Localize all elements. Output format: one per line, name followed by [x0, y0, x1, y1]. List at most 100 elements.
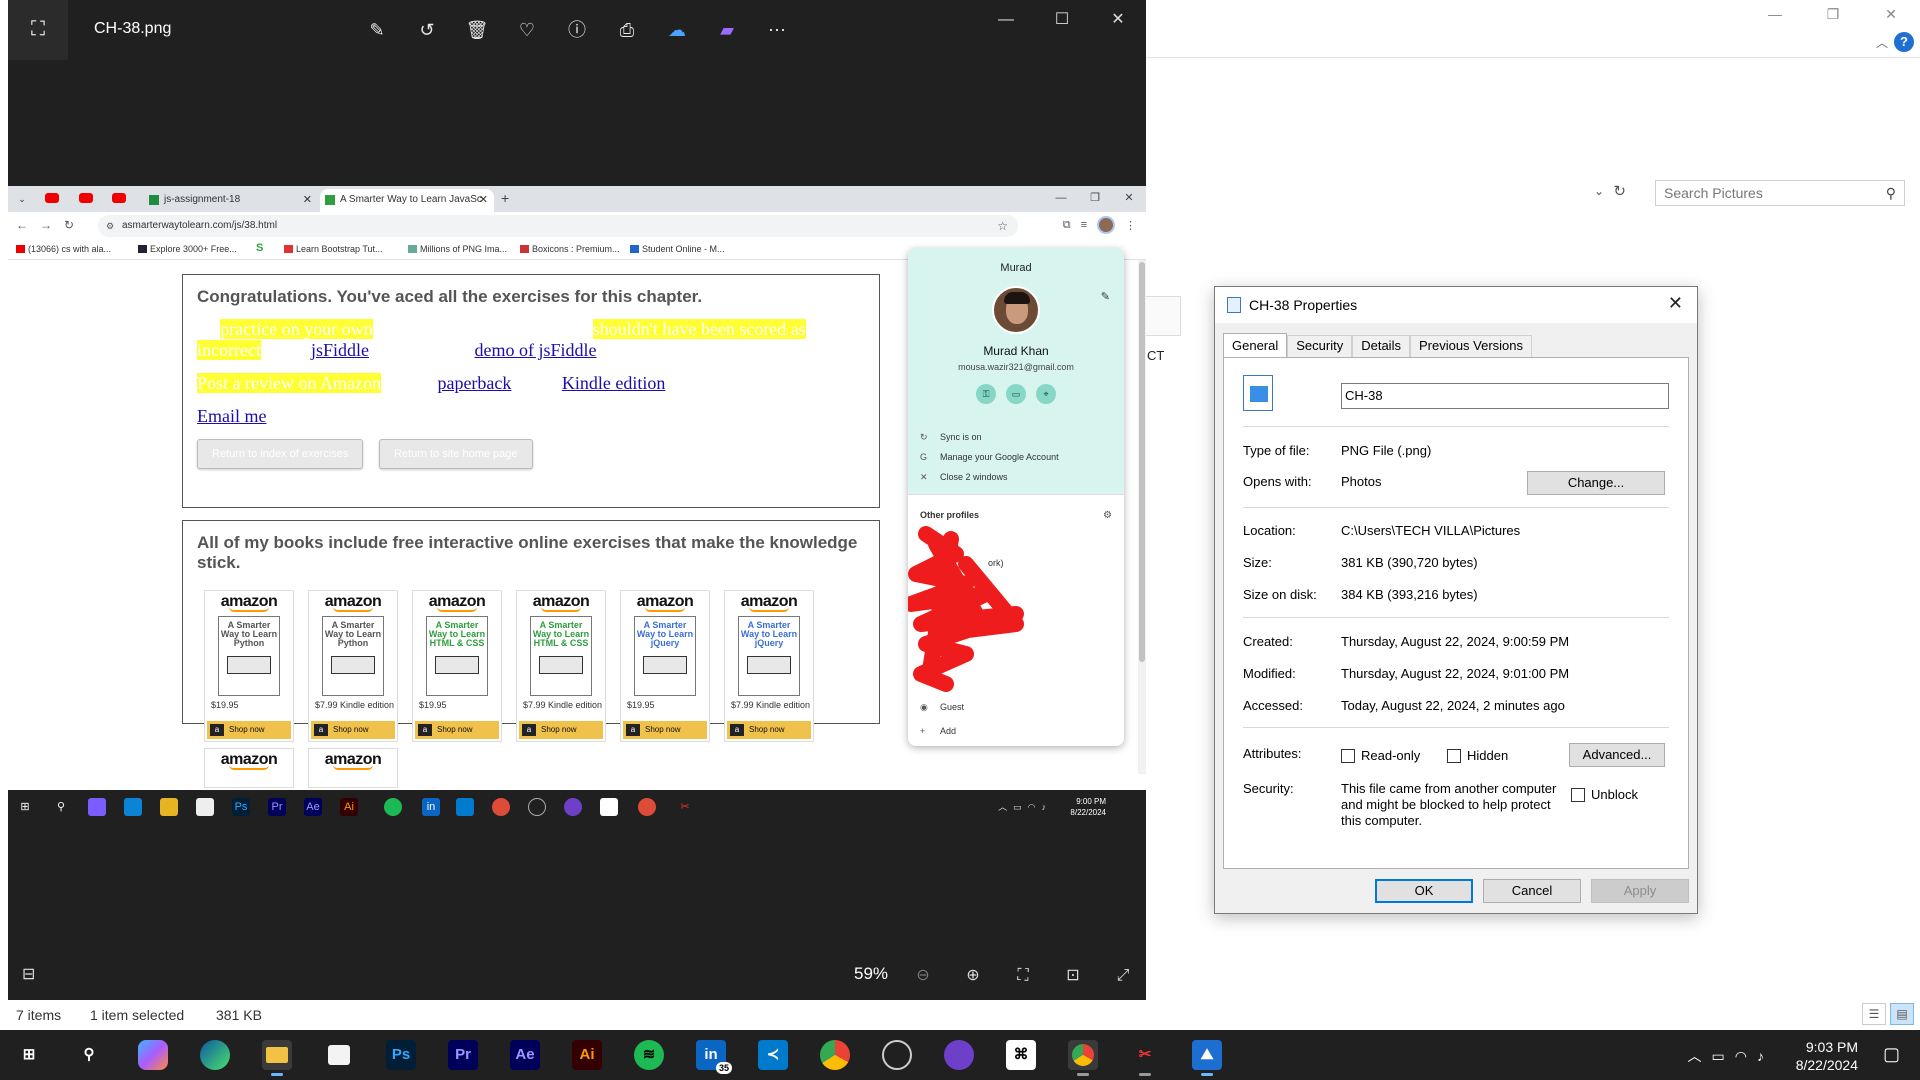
- add-profile-item[interactable]: + Add: [920, 726, 956, 736]
- zoom-in-icon[interactable]: ⊕: [958, 962, 988, 990]
- cancel-button[interactable]: Cancel: [1483, 879, 1581, 903]
- sync-item[interactable]: ↻ Sync is on: [920, 432, 982, 442]
- copilot-icon[interactable]: [138, 1040, 168, 1070]
- system-tray-icons[interactable]: ︿▭◠♪: [1688, 1046, 1774, 1066]
- spotify-icon[interactable]: ≋: [634, 1040, 664, 1070]
- file-name-field[interactable]: CH-38: [1341, 383, 1669, 409]
- notification-icon[interactable]: ▢: [1883, 1044, 1900, 1065]
- file-explorer-icon[interactable]: [262, 1040, 292, 1076]
- obs-icon[interactable]: [882, 1040, 912, 1070]
- advanced-button[interactable]: Advanced...: [1569, 743, 1665, 767]
- photoshop-icon[interactable]: Ps: [386, 1040, 416, 1070]
- book-card[interactable]: amazon A Smarter Way to Learn jQuery $7.…: [724, 590, 814, 742]
- github-desktop-icon[interactable]: [944, 1040, 974, 1070]
- jsfiddle-link[interactable]: jsFiddle: [311, 340, 369, 360]
- return-home-button[interactable]: Return to site home page: [378, 439, 533, 469]
- book-card[interactable]: amazon: [204, 748, 294, 788]
- bookmark-item[interactable]: Boxicons : Premium...: [520, 244, 620, 254]
- illustrator-icon[interactable]: Ai: [572, 1040, 602, 1070]
- favorite-icon[interactable]: ♡: [513, 16, 541, 44]
- unblock-checkbox[interactable]: Unblock: [1571, 787, 1638, 802]
- youtube-icon[interactable]: [45, 193, 59, 203]
- guest-item[interactable]: ◉ Guest: [920, 702, 964, 712]
- paperback-link[interactable]: paperback: [437, 373, 511, 393]
- search-icon[interactable]: ⚲: [74, 1040, 104, 1070]
- close-windows-item[interactable]: ✕ Close 2 windows: [920, 472, 1008, 482]
- shop-now-button[interactable]: a Shop now: [311, 721, 395, 739]
- bookmark-item[interactable]: Explore 3000+ Free...: [138, 244, 237, 254]
- clipchamp-icon[interactable]: ▰: [713, 16, 741, 44]
- shop-now-button[interactable]: a Shop now: [207, 721, 291, 739]
- restore-icon[interactable]: ❐: [1078, 186, 1112, 210]
- chevron-down-icon[interactable]: ⌄: [1594, 184, 1604, 198]
- book-card[interactable]: amazon A Smarter Way to Learn jQuery $19…: [620, 590, 710, 742]
- restore-icon[interactable]: ❐: [1804, 0, 1862, 30]
- zoom-out-icon[interactable]: ⊖: [908, 962, 938, 990]
- store-icon[interactable]: [324, 1040, 354, 1070]
- maximize-icon[interactable]: ☐: [1034, 0, 1090, 40]
- readonly-checkbox[interactable]: Read-only: [1341, 748, 1420, 763]
- delete-icon[interactable]: 🗑: [463, 16, 491, 44]
- file-caption[interactable]: CT: [1147, 348, 1164, 363]
- taskbar-clock[interactable]: 9:03 PM 8/22/2024: [1796, 1038, 1858, 1074]
- tab-search-icon[interactable]: ⌄: [14, 191, 30, 207]
- snipping-tool-icon[interactable]: ✂: [1130, 1040, 1160, 1076]
- youtube-icon[interactable]: [79, 193, 93, 203]
- actual-size-icon[interactable]: ⊡: [1058, 962, 1088, 990]
- minimize-icon[interactable]: —: [1044, 186, 1078, 210]
- close-icon[interactable]: ✕: [1668, 293, 1683, 314]
- minimize-icon[interactable]: —: [1746, 0, 1804, 30]
- ok-button[interactable]: OK: [1375, 879, 1473, 903]
- after-effects-icon[interactable]: Ae: [510, 1040, 540, 1070]
- omnibox[interactable]: ⚙ asmarterwaytolearn.com/js/38.html ☆: [98, 215, 1018, 237]
- shop-now-button[interactable]: a Shop now: [519, 721, 603, 739]
- rotate-icon[interactable]: ↺: [413, 16, 441, 44]
- bookmark-item[interactable]: Learn Bootstrap Tut...: [284, 244, 383, 254]
- profile-avatar[interactable]: [1097, 216, 1115, 234]
- refresh-icon[interactable]: ↻: [1613, 182, 1626, 200]
- close-icon[interactable]: ✕: [1090, 0, 1146, 40]
- linkedin-icon[interactable]: in 35: [696, 1040, 732, 1074]
- help-icon[interactable]: ?: [1894, 32, 1914, 52]
- bookmark-item[interactable]: Student Online - M...: [630, 244, 725, 254]
- bookmark-star-icon[interactable]: ☆: [997, 215, 1008, 237]
- youtube-icon[interactable]: [112, 193, 126, 203]
- close-tab-icon[interactable]: ✕: [303, 189, 312, 211]
- payment-card-icon[interactable]: ▭: [1006, 384, 1026, 404]
- tab-previous-versions[interactable]: Previous Versions: [1409, 335, 1533, 357]
- book-card[interactable]: amazon A Smarter Way to Learn HTML & CSS…: [412, 590, 502, 742]
- tab-details[interactable]: Details: [1352, 335, 1410, 357]
- manage-account-item[interactable]: G Manage your Google Account: [920, 452, 1059, 462]
- bookmark-item[interactable]: Millions of PNG Ima...: [408, 244, 507, 254]
- shop-now-button[interactable]: a Shop now: [727, 721, 811, 739]
- collapse-ribbon-icon[interactable]: ︿: [1876, 34, 1888, 51]
- password-key-icon[interactable]: ⚿: [976, 384, 996, 404]
- onedrive-icon[interactable]: ☁: [663, 16, 691, 44]
- site-info-icon[interactable]: ⚙: [106, 215, 114, 237]
- email-link[interactable]: Email me: [197, 406, 266, 426]
- edit-image-icon[interactable]: ✎: [363, 16, 391, 44]
- chrome-icon[interactable]: [820, 1040, 850, 1070]
- hidden-checkbox[interactable]: Hidden: [1447, 748, 1508, 763]
- fullscreen-icon[interactable]: ⤢: [1108, 962, 1138, 990]
- demo-link[interactable]: demo of jsFiddle: [474, 340, 596, 360]
- back-icon[interactable]: ←: [16, 218, 28, 232]
- media-icon[interactable]: ≡: [1081, 219, 1087, 231]
- details-view-icon[interactable]: ☰: [1862, 1003, 1886, 1025]
- book-card[interactable]: amazon A Smarter Way to Learn Python $7.…: [308, 590, 398, 742]
- shop-now-button[interactable]: a Shop now: [623, 721, 707, 739]
- book-card[interactable]: amazon A Smarter Way to Learn Python $19…: [204, 590, 294, 742]
- close-icon[interactable]: ✕: [1862, 0, 1920, 30]
- chrome-profile-icon[interactable]: [1068, 1040, 1098, 1076]
- book-card[interactable]: amazon: [308, 748, 398, 788]
- book-card[interactable]: amazon A Smarter Way to Learn HTML & CSS…: [516, 590, 606, 742]
- scrollbar-thumb[interactable]: [1139, 262, 1145, 662]
- tab-js-assignment[interactable]: js-assignment-18 ✕: [144, 189, 318, 212]
- tab-smarter-way[interactable]: A Smarter Way to Learn JavaSc ✕: [320, 189, 494, 212]
- gear-icon[interactable]: ⚙: [1103, 510, 1112, 521]
- filmstrip-icon[interactable]: ⊟: [22, 964, 35, 984]
- premiere-icon[interactable]: Pr: [448, 1040, 478, 1070]
- menu-icon[interactable]: ⋮: [1125, 219, 1136, 232]
- page-scrollbar[interactable]: [1138, 260, 1146, 774]
- address-pin-icon[interactable]: ⌖: [1036, 384, 1056, 404]
